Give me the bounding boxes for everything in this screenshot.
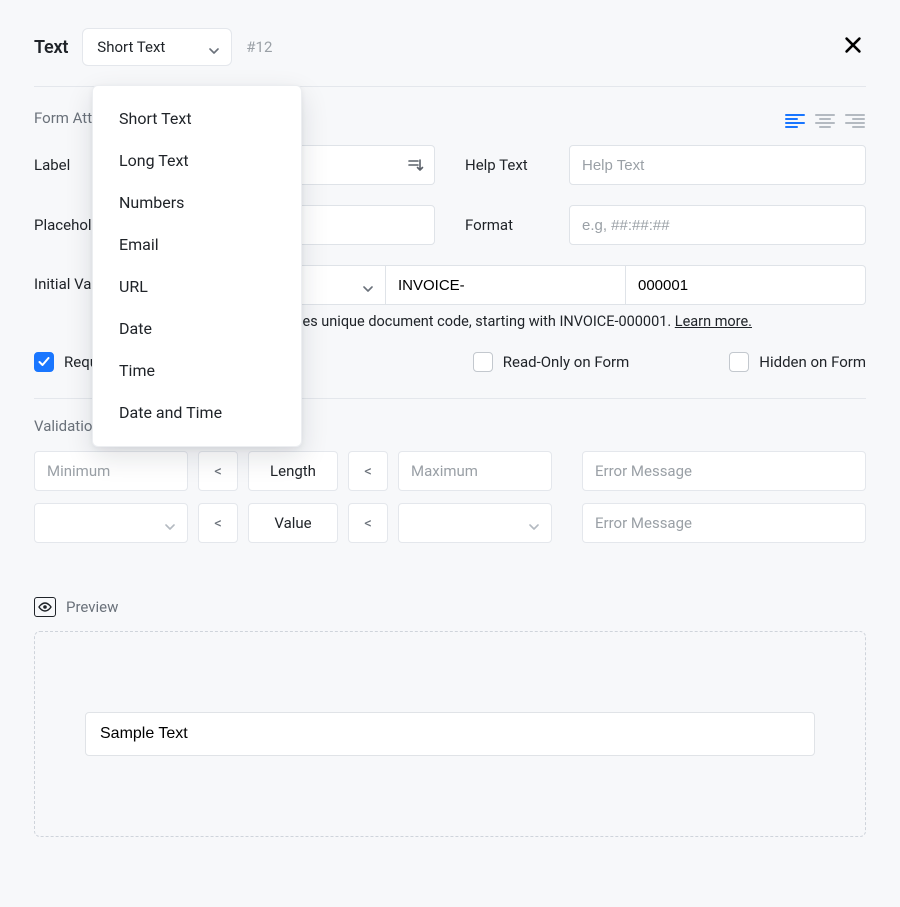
- validation-error-input[interactable]: Error Message: [582, 503, 866, 543]
- field-id-badge: #12: [246, 38, 272, 56]
- validation-min-input[interactable]: Minimum: [34, 451, 188, 491]
- format-field-label: Format: [465, 216, 557, 234]
- initval-prefix-input[interactable]: [386, 265, 626, 305]
- validation-error-input[interactable]: Error Message: [582, 451, 866, 491]
- field-type-value: Short Text: [97, 38, 165, 56]
- readonly-checkbox[interactable]: Read-Only on Form: [473, 352, 630, 372]
- lt-label: <: [348, 503, 388, 543]
- preview-label: Preview: [66, 598, 118, 616]
- label-translate-button[interactable]: [395, 145, 435, 185]
- align-right-icon: [845, 113, 865, 129]
- field-type-select[interactable]: Short Text: [82, 28, 232, 66]
- close-icon: [844, 36, 862, 54]
- type-option[interactable]: Date: [93, 308, 301, 350]
- chevron-down-icon: [165, 518, 175, 528]
- panel-title: Text: [34, 37, 68, 58]
- align-left-icon: [785, 113, 805, 129]
- validation-min-select[interactable]: [34, 503, 188, 543]
- checkbox-checked-icon: [34, 352, 54, 372]
- type-option[interactable]: Date and Time: [93, 392, 301, 434]
- lt-label: <: [348, 451, 388, 491]
- validation-max-select[interactable]: [398, 503, 552, 543]
- chevron-down-icon: [209, 42, 219, 52]
- chevron-down-icon: [529, 518, 539, 528]
- type-option[interactable]: Numbers: [93, 182, 301, 224]
- type-option[interactable]: Short Text: [93, 98, 301, 140]
- align-left-button[interactable]: [784, 110, 806, 132]
- field-type-dropdown: Short Text Long Text Numbers Email URL D…: [92, 85, 302, 447]
- type-option[interactable]: Long Text: [93, 140, 301, 182]
- validation-max-input[interactable]: Maximum: [398, 451, 552, 491]
- align-right-button[interactable]: [844, 110, 866, 132]
- translate-icon: [406, 158, 424, 172]
- checkbox-empty-icon: [729, 352, 749, 372]
- lt-label: <: [198, 451, 238, 491]
- hidden-checkbox[interactable]: Hidden on Form: [729, 352, 866, 372]
- format-input[interactable]: [569, 205, 866, 245]
- checkbox-empty-icon: [473, 352, 493, 372]
- validation-length-label: Length: [248, 451, 338, 491]
- hidden-label: Hidden on Form: [759, 353, 866, 371]
- helptext-field-label: Help Text: [465, 156, 557, 174]
- helptext-input[interactable]: [569, 145, 866, 185]
- validation-value-label: Value: [248, 503, 338, 543]
- close-button[interactable]: [840, 32, 866, 62]
- preview-sample-input[interactable]: [85, 712, 815, 756]
- chevron-down-icon: [363, 280, 373, 290]
- learn-more-link[interactable]: Learn more.: [675, 313, 752, 330]
- type-option[interactable]: Time: [93, 350, 301, 392]
- lt-label: <: [198, 503, 238, 543]
- readonly-label: Read-Only on Form: [503, 353, 630, 371]
- preview-icon: [34, 597, 56, 617]
- align-center-icon: [815, 113, 835, 129]
- align-center-button[interactable]: [814, 110, 836, 132]
- initval-start-input[interactable]: [626, 265, 866, 305]
- type-option[interactable]: URL: [93, 266, 301, 308]
- preview-area: [34, 631, 866, 837]
- type-option[interactable]: Email: [93, 224, 301, 266]
